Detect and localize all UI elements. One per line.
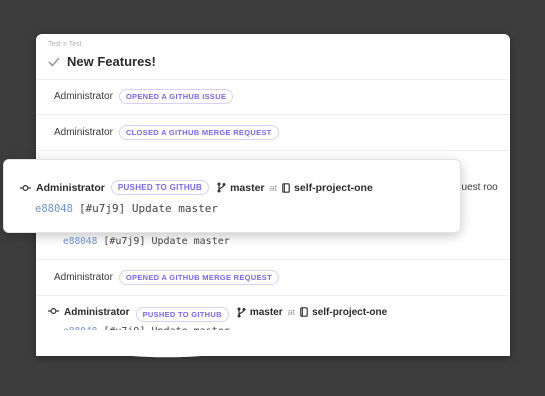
repo-icon <box>300 307 308 317</box>
git-commit-icon <box>48 307 59 315</box>
activity-user: Administrator <box>54 126 113 138</box>
branch-name[interactable]: master <box>230 182 264 194</box>
activity-row[interactable]: Administrator OPENED A GITHUB MERGE REQU… <box>36 259 510 294</box>
activity-badge: PUSHED TO GITHUB <box>110 180 210 195</box>
activity-badge: PUSHED TO GITHUB <box>135 307 229 322</box>
activity-badge: OPENED A GITHUB ISSUE <box>118 89 234 104</box>
git-branch-icon <box>217 182 226 193</box>
breadcrumb[interactable]: Test > Test <box>48 41 82 48</box>
activity-user: Administrator <box>54 91 113 102</box>
torn-edge <box>36 330 510 358</box>
check-icon[interactable] <box>48 56 60 68</box>
activity-user: Administrator <box>54 271 113 283</box>
title-row: New Features! <box>48 54 156 69</box>
activity-user: Administrator <box>36 181 105 194</box>
git-commit-icon <box>20 184 31 191</box>
commit-line: e88048 [#u7j9] Update master <box>63 236 230 247</box>
repo-name[interactable]: self-project-one <box>294 182 373 194</box>
commit-hash[interactable]: e88048 <box>63 236 97 247</box>
at-text: at <box>269 182 278 193</box>
git-branch-icon <box>237 307 246 318</box>
activity-partial-text: quest roo <box>456 182 498 193</box>
repo-icon <box>282 182 290 193</box>
activity-user: Administrator <box>64 307 130 318</box>
activity-row[interactable]: Administrator CLOSED A GITHUB MERGE REQU… <box>36 114 510 149</box>
page-title: New Features! <box>67 54 156 69</box>
activity-row[interactable]: Administrator OPENED A GITHUB ISSUE <box>36 79 510 113</box>
commit-message: [#u7j9] Update master <box>78 202 219 215</box>
at-text: at <box>287 307 296 317</box>
activity-badge: OPENED A GITHUB MERGE REQUEST <box>118 269 279 285</box>
commit-message: [#u7j9] Update master <box>103 236 230 247</box>
activity-badge: CLOSED A GITHUB MERGE REQUEST <box>118 124 279 140</box>
commit-hash[interactable]: e88048 <box>35 203 73 215</box>
popup-commit-line: e88048 [#u7j9] Update master <box>35 202 218 215</box>
highlighted-activity-popup[interactable]: Administrator PUSHED TO GITHUB master at… <box>4 160 460 232</box>
repo-name[interactable]: self-project-one <box>312 307 387 318</box>
popup-activity-line: Administrator PUSHED TO GITHUB master at… <box>20 180 373 195</box>
branch-name[interactable]: master <box>250 307 283 318</box>
